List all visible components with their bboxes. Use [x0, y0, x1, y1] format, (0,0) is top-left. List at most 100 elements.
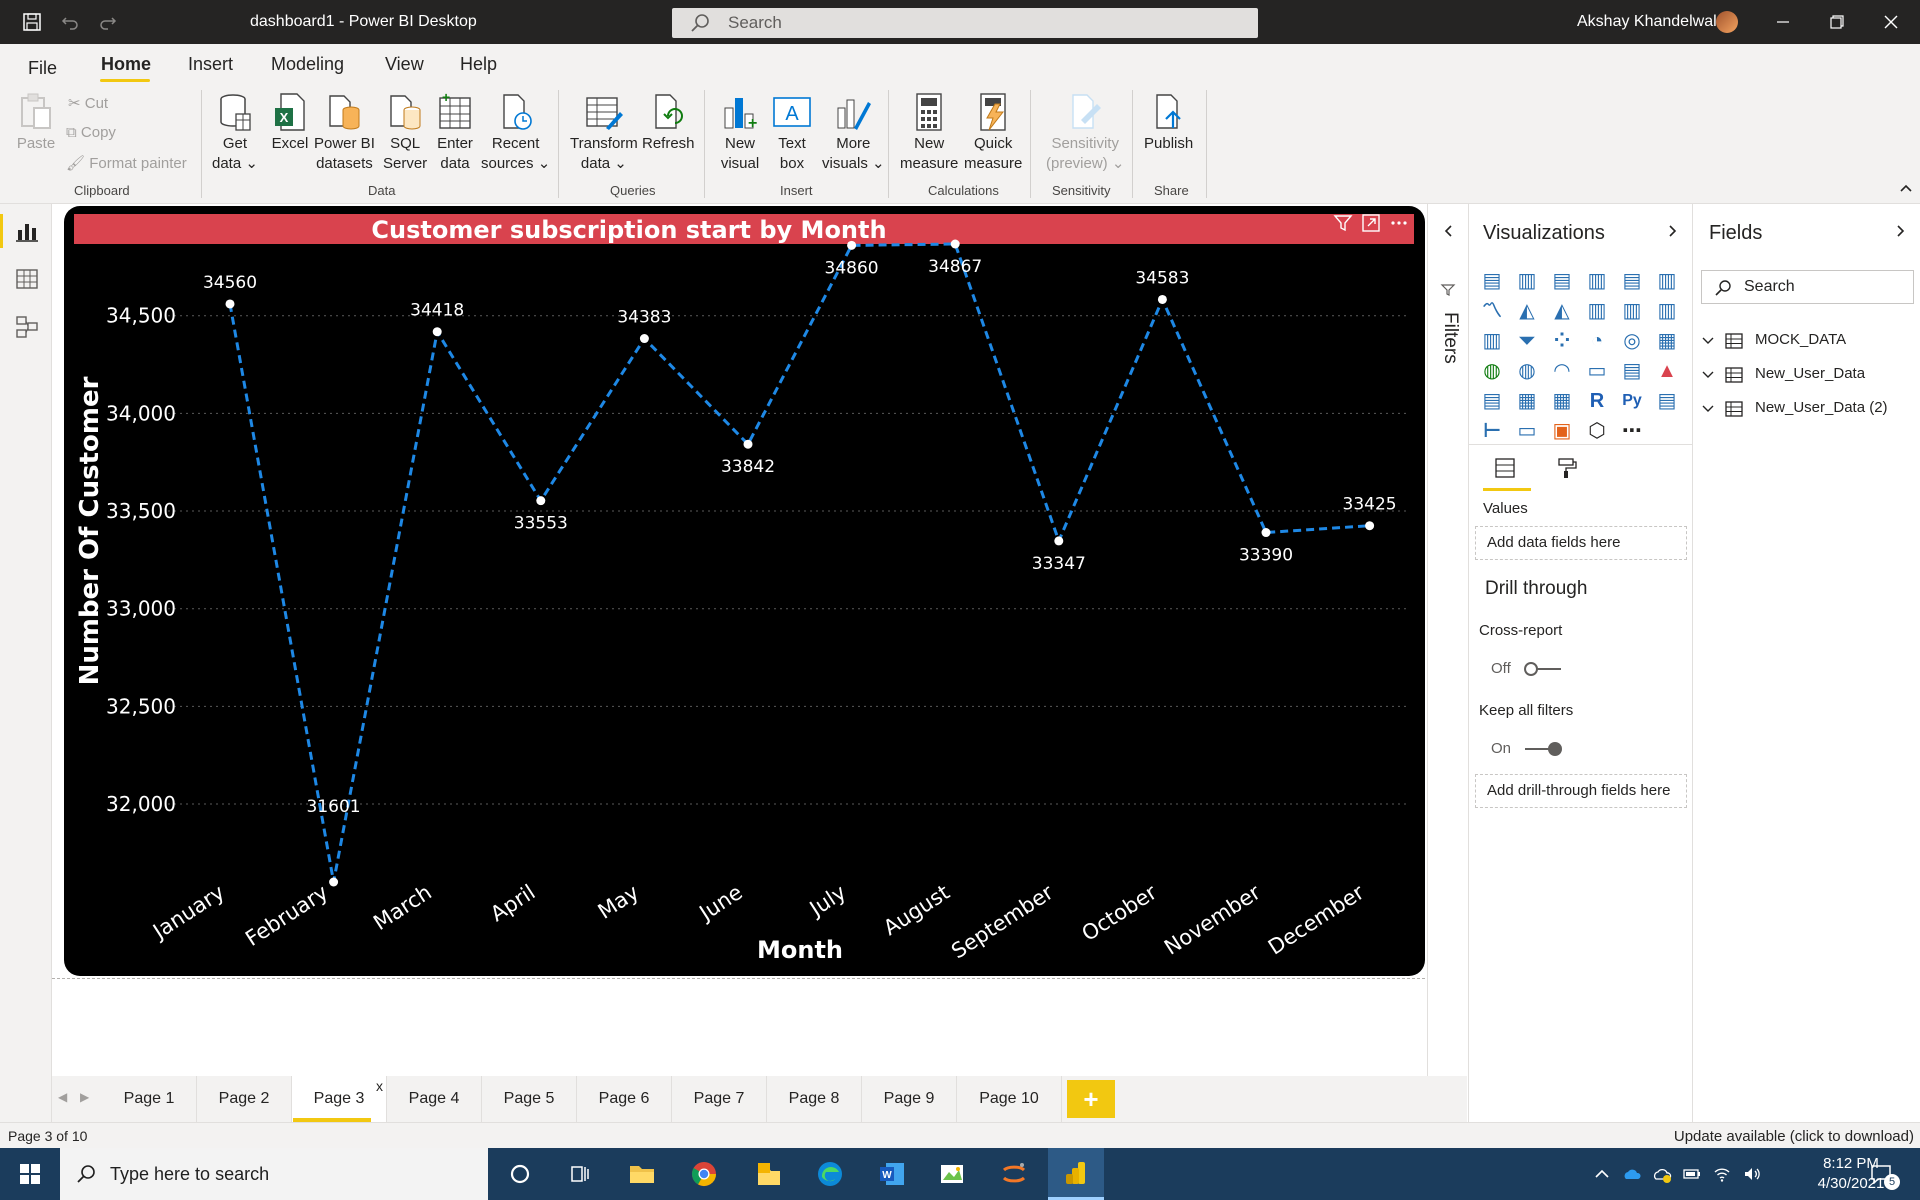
- report-view-icon[interactable]: [14, 218, 40, 244]
- matrix-icon[interactable]: ▦: [1551, 390, 1573, 412]
- menu-home[interactable]: Home: [101, 54, 151, 75]
- restore-icon[interactable]: [1822, 8, 1852, 36]
- filter-icon[interactable]: [1332, 212, 1354, 234]
- get-data-button[interactable]: Get data ⌄: [212, 90, 258, 174]
- key-influencers-icon[interactable]: ▤: [1656, 390, 1678, 412]
- minimize-icon[interactable]: [1768, 8, 1798, 36]
- ribbon-chart-icon[interactable]: ▥: [1656, 300, 1678, 322]
- notification-center-button[interactable]: 5: [1866, 1162, 1906, 1190]
- enter-data-button[interactable]: + Enter data: [433, 90, 477, 174]
- data-point[interactable]: [743, 439, 753, 449]
- chevron-right-icon[interactable]: [1893, 224, 1907, 238]
- area-chart-icon[interactable]: ◭: [1516, 300, 1538, 322]
- funnel-chart-icon[interactable]: ⏷: [1516, 330, 1538, 352]
- page-tab[interactable]: Page 3: [292, 1076, 387, 1122]
- stacked-area-icon[interactable]: ◭: [1551, 300, 1573, 322]
- field-table-row[interactable]: New_User_Data: [1701, 362, 1916, 388]
- chrome-icon[interactable]: [676, 1148, 732, 1200]
- refresh-button[interactable]: Refresh: [642, 90, 695, 154]
- more-options-icon[interactable]: [1388, 212, 1410, 234]
- more-visuals-button[interactable]: More visuals ⌄: [822, 90, 885, 174]
- model-view-icon[interactable]: [14, 314, 40, 340]
- paint-roller-icon[interactable]: [1555, 456, 1579, 480]
- treemap-icon[interactable]: ▦: [1656, 330, 1678, 352]
- page-tab[interactable]: Page 2: [197, 1076, 292, 1122]
- page-tab[interactable]: Page 9: [862, 1076, 957, 1122]
- filters-pane[interactable]: Filters: [1427, 204, 1469, 1126]
- data-point[interactable]: [950, 239, 960, 249]
- multirow-card-icon[interactable]: ▤: [1621, 360, 1643, 382]
- update-available-link[interactable]: Update available (click to download): [1674, 1128, 1914, 1145]
- values-drop-well[interactable]: Add data fields here: [1475, 526, 1687, 560]
- text-box-button[interactable]: A Text box: [770, 90, 814, 174]
- field-table-row[interactable]: New_User_Data (2): [1701, 396, 1916, 422]
- cross-report-toggle[interactable]: Off: [1491, 660, 1571, 678]
- page-tab[interactable]: Page 10: [957, 1076, 1062, 1122]
- scatter-icon[interactable]: ⁘: [1551, 330, 1573, 352]
- edge-icon[interactable]: [802, 1148, 858, 1200]
- format-painter-button[interactable]: 🖌 Format painter: [66, 154, 187, 172]
- user-name[interactable]: Akshay Khandelwal: [1577, 13, 1717, 31]
- line-chart-icon[interactable]: 〽: [1481, 300, 1503, 322]
- drill-through-drop-well[interactable]: Add drill-through fields here: [1475, 774, 1687, 808]
- menu-help[interactable]: Help: [460, 54, 497, 75]
- page-tab[interactable]: Page 6: [577, 1076, 672, 1122]
- data-point[interactable]: [1261, 528, 1271, 538]
- file-explorer-icon[interactable]: [614, 1148, 670, 1200]
- smart-narrative-icon[interactable]: ▣: [1551, 420, 1573, 442]
- filled-map-icon[interactable]: ◍: [1516, 360, 1538, 382]
- paste-button[interactable]: Paste: [14, 90, 58, 154]
- undo-icon[interactable]: [58, 10, 82, 34]
- slicer-icon[interactable]: ▤: [1481, 390, 1503, 412]
- add-page-button[interactable]: +: [1067, 1080, 1115, 1118]
- menu-insert[interactable]: Insert: [188, 54, 233, 75]
- menu-file[interactable]: File: [28, 58, 57, 79]
- powerbi-taskbar-icon[interactable]: [1048, 1148, 1104, 1200]
- waterfall-icon[interactable]: ▥: [1481, 330, 1503, 352]
- stacked-column-icon[interactable]: ▥: [1516, 270, 1538, 292]
- focus-mode-icon[interactable]: [1360, 212, 1382, 234]
- line-chart-visual[interactable]: Customer subscription start by Month 32,…: [64, 206, 1425, 976]
- onedrive-icon[interactable]: [1622, 1164, 1642, 1184]
- sql-server-button[interactable]: SQL Server: [383, 90, 427, 174]
- transform-data-button[interactable]: Transform data ⌄: [570, 90, 638, 174]
- chevron-left-icon[interactable]: [1442, 224, 1456, 238]
- close-page-icon[interactable]: x: [376, 1078, 383, 1094]
- data-point[interactable]: [639, 334, 649, 344]
- close-icon[interactable]: [1876, 8, 1906, 36]
- cloud-sync-icon[interactable]: [1652, 1164, 1672, 1184]
- data-point[interactable]: [847, 240, 857, 250]
- data-point[interactable]: [432, 327, 442, 337]
- data-point[interactable]: [225, 299, 235, 309]
- r-visual-icon[interactable]: R: [1586, 390, 1608, 412]
- page-tab[interactable]: Page 7: [672, 1076, 767, 1122]
- column-100-icon[interactable]: ▥: [1656, 270, 1678, 292]
- keep-filters-toggle[interactable]: On: [1491, 740, 1571, 758]
- chevron-down-icon[interactable]: [1701, 402, 1715, 416]
- chevron-down-icon[interactable]: [1701, 368, 1715, 382]
- pbi-datasets-button[interactable]: Power BI datasets: [314, 90, 375, 174]
- data-point[interactable]: [1157, 294, 1167, 304]
- task-view-button[interactable]: [552, 1148, 608, 1200]
- avatar[interactable]: [1716, 11, 1738, 33]
- python-visual-icon[interactable]: Py: [1621, 390, 1643, 412]
- jupyter-icon[interactable]: [986, 1148, 1042, 1200]
- gauge-icon[interactable]: ◠: [1551, 360, 1573, 382]
- battery-icon[interactable]: [1682, 1164, 1702, 1184]
- copy-button[interactable]: ⧉ Copy: [66, 124, 116, 141]
- recent-sources-button[interactable]: Recent sources ⌄: [481, 90, 550, 174]
- decomposition-tree-icon[interactable]: ⊢: [1481, 420, 1503, 442]
- windows-start-button[interactable]: [0, 1148, 60, 1200]
- fields-search-input[interactable]: Search: [1701, 270, 1914, 304]
- menu-modeling[interactable]: Modeling: [271, 54, 344, 75]
- chevron-up-icon[interactable]: [1898, 180, 1914, 196]
- kpi-icon[interactable]: ▲: [1656, 360, 1678, 382]
- scroll-right-icon[interactable]: ▶: [80, 1090, 89, 1104]
- redo-icon[interactable]: [96, 10, 120, 34]
- sensitivity-button[interactable]: Sensitivity (preview) ⌄: [1046, 90, 1124, 174]
- wifi-icon[interactable]: [1712, 1164, 1732, 1184]
- fields-well-icon[interactable]: [1493, 456, 1517, 480]
- data-point[interactable]: [1054, 536, 1064, 546]
- publish-button[interactable]: Publish: [1144, 90, 1193, 154]
- chevron-up-icon[interactable]: [1592, 1164, 1612, 1184]
